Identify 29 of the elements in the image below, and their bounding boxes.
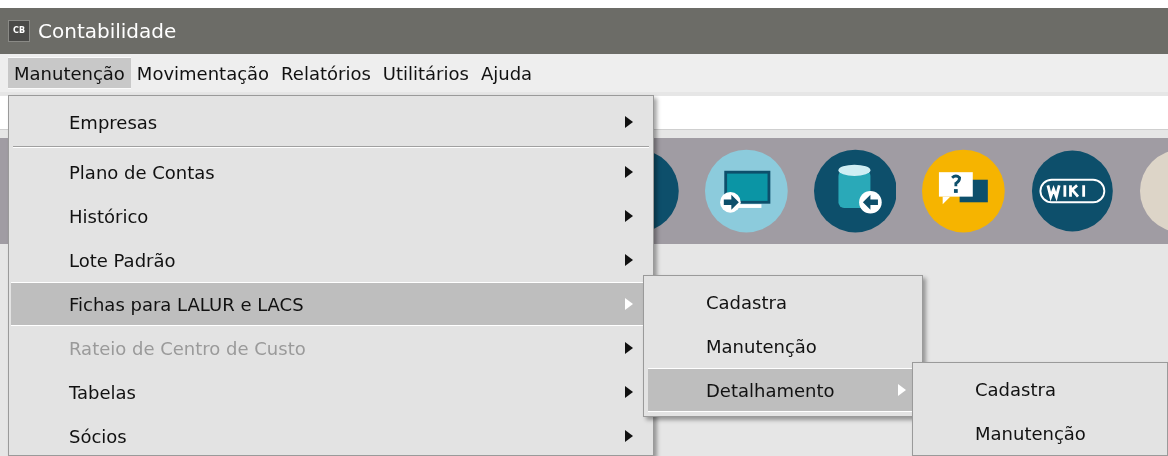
menu-item[interactable]: Manutenção	[917, 411, 1163, 455]
submenu-arrow-icon	[898, 384, 906, 396]
submenu-arrow-icon	[625, 386, 633, 398]
menu-item[interactable]: Cadastra	[648, 280, 918, 324]
menu-bar-item[interactable]: Ajuda	[474, 57, 539, 89]
database-icon[interactable]	[813, 147, 897, 235]
submenu-arrow-icon	[625, 254, 633, 266]
menu-item[interactable]: Lote Padrão	[11, 238, 651, 282]
submenu-arrow-icon	[625, 430, 633, 442]
menu-bar-item[interactable]: Utilitários	[376, 57, 475, 89]
menu-item[interactable]: Plano de Contas	[11, 150, 651, 194]
menu-item[interactable]: Sócios	[11, 414, 651, 455]
menu-bar-item[interactable]: Movimentação	[130, 57, 276, 89]
menu-bar-item[interactable]: Relatórios	[275, 57, 377, 89]
submenu-arrow-icon	[625, 298, 633, 310]
submenu-arrow-icon	[625, 342, 633, 354]
menu-item[interactable]: Tabelas	[11, 370, 651, 414]
menu-item[interactable]: Manutenção	[648, 324, 918, 368]
monitor-icon[interactable]	[704, 147, 788, 235]
menu-item[interactable]: Cadastra	[917, 367, 1163, 411]
submenu-arrow-icon	[625, 210, 633, 222]
menu-item[interactable]: Histórico	[11, 194, 651, 238]
submenu-arrow-icon	[625, 166, 633, 178]
menu-bar-item[interactable]: Manutenção	[8, 57, 131, 89]
menu-item[interactable]: Empresas	[11, 100, 651, 144]
submenu-arrow-icon	[625, 116, 633, 128]
help-chat-icon[interactable]	[922, 147, 1005, 235]
window-title: Contabilidade	[38, 18, 177, 45]
app-logo: CB	[8, 20, 30, 42]
